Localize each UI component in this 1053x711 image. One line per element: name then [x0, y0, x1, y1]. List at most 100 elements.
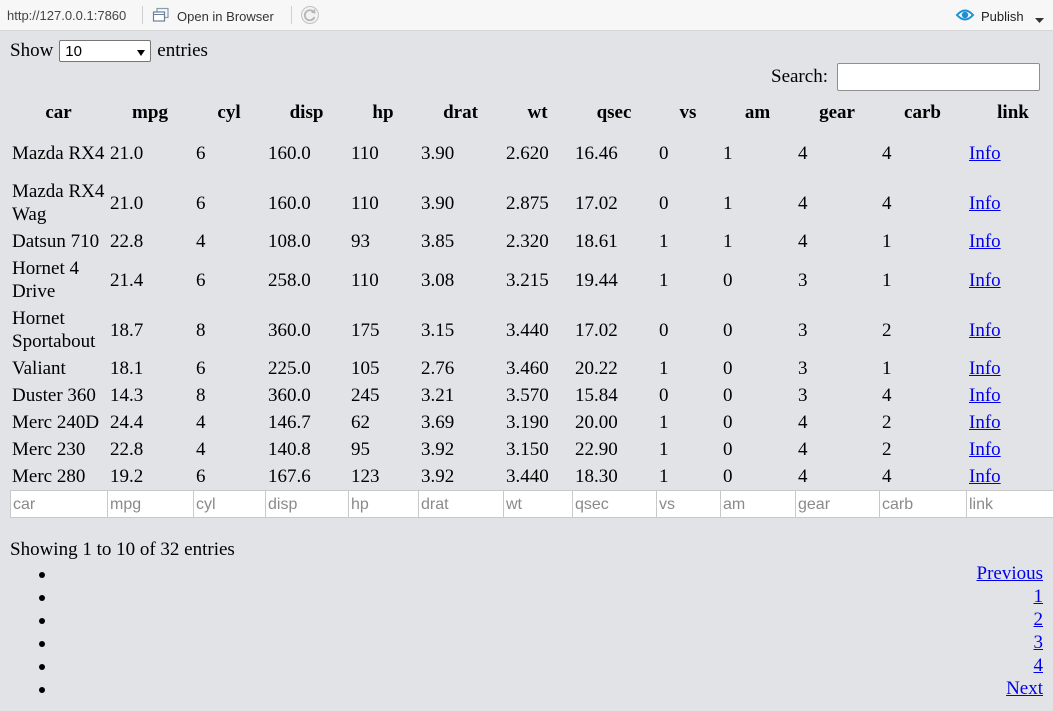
table-row: Mazda RX4 Wag 21.0 6 160.0 110 3.90 2.875 17.02…: [10, 178, 1053, 228]
filter-input-mpg[interactable]: mpg: [107, 490, 193, 518]
info-link[interactable]: Info: [969, 385, 1001, 406]
column-header-hp[interactable]: hp: [348, 98, 418, 128]
show-label: Show: [10, 40, 54, 61]
cell-car: Hornet 4 Drive: [12, 258, 80, 302]
cell-gear: 4: [798, 192, 808, 214]
next-page-link[interactable]: Next: [1006, 678, 1043, 699]
column-header-gear[interactable]: gear: [795, 98, 879, 128]
previous-page-link[interactable]: Previous: [977, 563, 1044, 584]
info-link[interactable]: Info: [969, 320, 1001, 341]
filter-input-carb[interactable]: carb: [879, 490, 966, 518]
cell-cyl: 4: [196, 412, 206, 433]
filter-cell: cyl: [193, 490, 265, 518]
cell-cyl: 6: [196, 192, 206, 214]
cell-drat: 3.15: [421, 319, 455, 341]
url-label: http://127.0.0.1:7860: [7, 8, 127, 23]
cell-wt: 3.460: [506, 358, 549, 379]
cell-drat: 3.08: [421, 269, 455, 291]
page-link-2[interactable]: 2: [1034, 609, 1044, 630]
column-header-drat[interactable]: drat: [418, 98, 503, 128]
info-link[interactable]: Info: [969, 143, 1001, 164]
column-header-carb[interactable]: carb: [879, 98, 966, 128]
cell-wt: 3.440: [506, 319, 549, 341]
cell-carb: 2: [882, 439, 892, 460]
cell-hp: 123: [351, 466, 380, 487]
open-in-browser-label: Open in Browser: [177, 8, 274, 24]
info-link[interactable]: Info: [969, 270, 1001, 291]
cell-cyl: 4: [196, 439, 206, 460]
column-header-link[interactable]: link: [966, 98, 1053, 128]
column-header-vs[interactable]: vs: [656, 98, 720, 128]
page-length-select[interactable]: 10: [59, 40, 152, 62]
filter-input-cyl[interactable]: cyl: [193, 490, 265, 518]
column-header-mpg[interactable]: mpg: [107, 98, 193, 128]
filter-input-gear[interactable]: gear: [795, 490, 879, 518]
page-link-1[interactable]: 1: [1034, 586, 1044, 607]
caret-down-icon[interactable]: [1035, 12, 1044, 27]
filter-input-disp[interactable]: disp: [265, 490, 348, 518]
info-link[interactable]: Info: [969, 439, 1001, 460]
cell-disp: 258.0: [268, 269, 311, 291]
cell-qsec: 17.02: [575, 192, 618, 214]
cell-qsec: 16.46: [575, 142, 618, 164]
cell-mpg: 18.7: [110, 319, 144, 341]
filter-cell: am: [720, 490, 795, 518]
cell-car: Duster 360: [12, 385, 96, 406]
cell-qsec: 22.90: [575, 439, 618, 460]
cell-qsec: 17.02: [575, 319, 618, 341]
filter-input-drat[interactable]: drat: [418, 490, 503, 518]
column-header-wt[interactable]: wt: [503, 98, 572, 128]
cell-gear: 3: [798, 358, 808, 379]
page-link-3[interactable]: 3: [1034, 632, 1044, 653]
cell-qsec: 15.84: [575, 385, 618, 406]
filter-input-vs[interactable]: vs: [656, 490, 720, 518]
filter-input-am[interactable]: am: [720, 490, 795, 518]
filter-cell: hp: [348, 490, 418, 518]
cell-drat: 2.76: [421, 358, 455, 379]
cell-drat: 3.90: [421, 142, 455, 164]
refresh-icon[interactable]: [300, 5, 320, 28]
column-header-disp[interactable]: disp: [265, 98, 348, 128]
cell-am: 0: [723, 466, 733, 487]
cell-link: Info: [966, 128, 1053, 178]
cell-vs: 1: [659, 439, 669, 460]
cell-cyl: 6: [196, 269, 206, 291]
cell-cyl: 6: [196, 358, 206, 379]
open-in-browser-button[interactable]: Open in Browser: [152, 5, 274, 27]
cell-vs: 1: [659, 412, 669, 433]
data-table: car mpg cyl disp hp drat wt qsec vs am g…: [10, 98, 1053, 518]
filter-input-link[interactable]: link: [966, 490, 1053, 518]
filter-input-wt[interactable]: wt: [503, 490, 572, 518]
filter-cell: carb: [879, 490, 966, 518]
cell-disp: 160.0: [268, 142, 311, 164]
cell-link: Info: [966, 382, 1053, 409]
info-link[interactable]: Info: [969, 193, 1001, 214]
search-input[interactable]: [836, 63, 1040, 91]
cell-wt: 3.150: [506, 439, 549, 460]
info-link[interactable]: Info: [969, 466, 1001, 487]
column-header-am[interactable]: am: [720, 98, 795, 128]
filter-input-qsec[interactable]: qsec: [572, 490, 656, 518]
info-link[interactable]: Info: [969, 358, 1001, 379]
cell-qsec: 20.00: [575, 412, 618, 433]
filter-cell: link: [966, 490, 1053, 518]
toolbar-divider: [291, 6, 292, 24]
pagination-item: Previous: [0, 563, 1043, 586]
publish-button[interactable]: Publish: [955, 5, 1024, 27]
column-header-cyl[interactable]: cyl: [193, 98, 265, 128]
publish-label: Publish: [981, 8, 1024, 24]
page-link-4[interactable]: 4: [1034, 655, 1044, 676]
cell-hp: 93: [351, 231, 370, 252]
filter-cell: drat: [418, 490, 503, 518]
cell-gear: 3: [798, 385, 808, 406]
filter-input-car[interactable]: car: [10, 490, 107, 518]
cell-am: 0: [723, 385, 733, 406]
column-header-qsec[interactable]: qsec: [572, 98, 656, 128]
filter-input-hp[interactable]: hp: [348, 490, 418, 518]
info-link[interactable]: Info: [969, 412, 1001, 433]
column-header-car[interactable]: car: [10, 98, 107, 128]
browser-window-icon: [152, 7, 170, 26]
cell-gear: 4: [798, 466, 808, 487]
cell-vs: 0: [659, 192, 669, 214]
info-link[interactable]: Info: [969, 231, 1001, 252]
